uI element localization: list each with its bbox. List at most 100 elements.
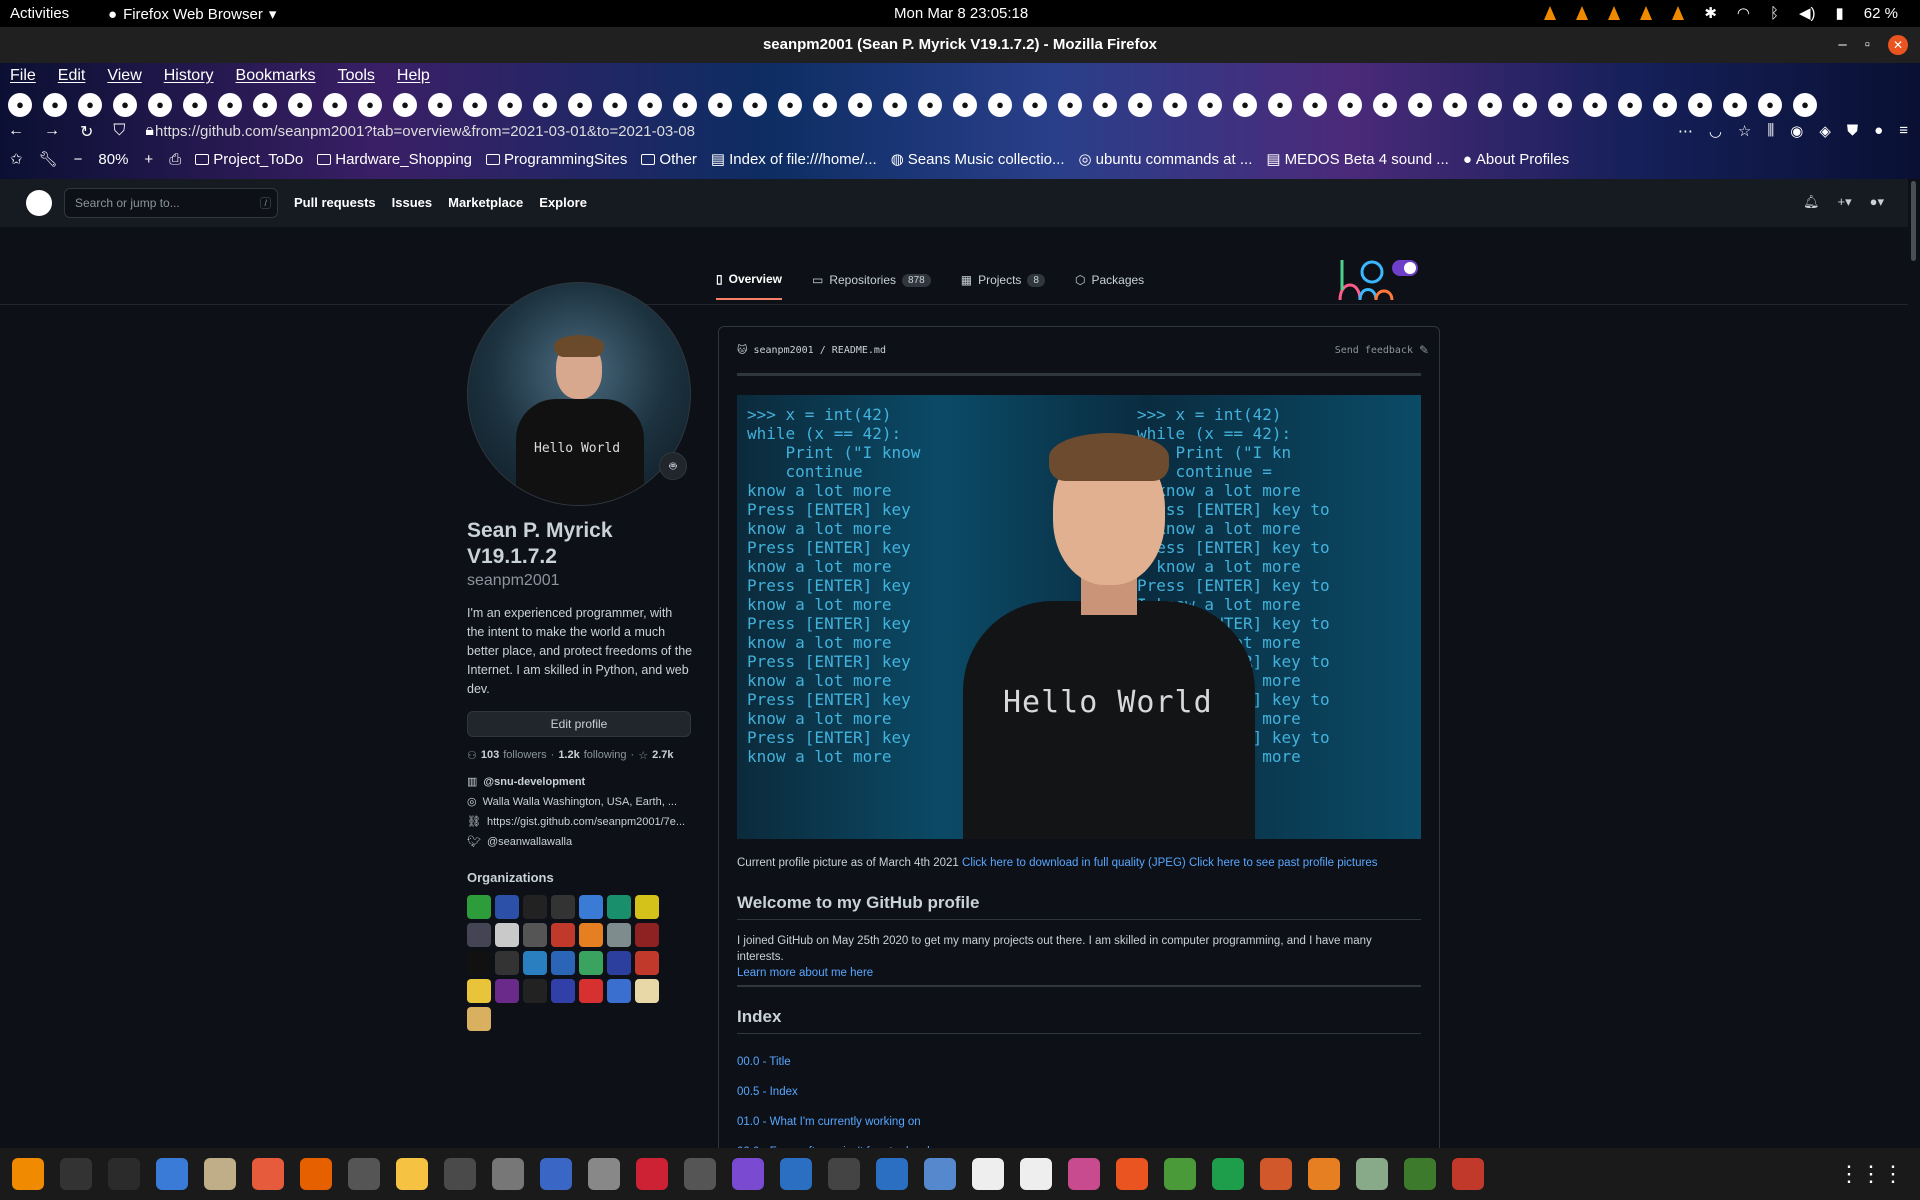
organization-avatar[interactable] [467, 1007, 491, 1031]
volume-icon[interactable]: ◀) [1799, 4, 1816, 22]
scrollbar-thumb[interactable] [1911, 181, 1916, 261]
pinned-tab-icon[interactable]: ● [1618, 93, 1642, 117]
bookmark-item[interactable]: ● About Profiles [1463, 151, 1569, 168]
dock-app-icon[interactable] [732, 1158, 764, 1190]
pinned-tab-icon[interactable]: ● [183, 93, 207, 117]
nav-pull-requests[interactable]: Pull requests [294, 195, 376, 210]
dock-app-icon[interactable] [1020, 1158, 1052, 1190]
avatar[interactable]: Hello World [467, 282, 691, 506]
tab-repositories[interactable]: ▭ Repositories 878 [812, 272, 931, 300]
organization-avatar[interactable] [467, 979, 491, 1003]
pinned-tab-icon[interactable]: ● [1793, 93, 1817, 117]
pinned-tab-icon[interactable]: ● [1583, 93, 1607, 117]
bookmark-item[interactable]: ▤ Index of file:///home/... [711, 150, 877, 169]
pinned-tab-icon[interactable]: ● [988, 93, 1012, 117]
pinned-tab-icon[interactable]: ● [1478, 93, 1502, 117]
organization-avatar[interactable] [607, 979, 631, 1003]
hamburger-menu-icon[interactable]: ≡ [1899, 122, 1908, 140]
organization-avatar[interactable] [495, 951, 519, 975]
pinned-tab-icon[interactable]: ● [1408, 93, 1432, 117]
dock-app-icon[interactable] [492, 1158, 524, 1190]
show-applications-icon[interactable]: ⋮⋮⋮ [1838, 1161, 1904, 1187]
organization-avatar[interactable] [467, 951, 491, 975]
organization-avatar[interactable] [551, 895, 575, 919]
app-menu[interactable]: ● Firefox Web Browser ▾ [108, 5, 276, 24]
vlc-icon[interactable] [1608, 6, 1621, 20]
user-avatar-menu[interactable]: ●▾ [1870, 194, 1884, 210]
search-input[interactable]: Search or jump to... / [64, 188, 278, 218]
download-link[interactable]: Click here to download in full quality (… [962, 857, 1186, 869]
ublock-icon[interactable]: ⛊ [1847, 122, 1858, 140]
accessibility-icon[interactable]: ✱ [1704, 4, 1717, 22]
battery-icon[interactable]: ▮ [1836, 4, 1844, 22]
organization-avatar[interactable] [579, 895, 603, 919]
organization-avatar[interactable] [523, 895, 547, 919]
pinned-tab-icon[interactable]: ● [148, 93, 172, 117]
organization-avatar[interactable] [607, 951, 631, 975]
lock-icon[interactable]: 🔒︎ [145, 122, 154, 142]
menu-help[interactable]: Help [397, 67, 430, 85]
organization-avatar[interactable] [495, 979, 519, 1003]
tab-packages[interactable]: ⬡ Packages [1075, 272, 1144, 300]
shield-icon[interactable]: ⛉ [113, 122, 125, 142]
organization-avatar[interactable] [579, 951, 603, 975]
dock-app-icon[interactable] [780, 1158, 812, 1190]
pinned-tab-icon[interactable]: ● [8, 93, 32, 117]
bookmark-star-icon[interactable]: ✩ [10, 150, 23, 168]
bookmark-item[interactable]: Hardware_Shopping [317, 151, 472, 168]
wrench-icon[interactable]: 🔧︎ [39, 150, 58, 168]
pinned-tab-icon[interactable]: ● [883, 93, 907, 117]
page-scrollbar[interactable] [1908, 179, 1920, 1147]
close-icon[interactable]: ✕ [1888, 35, 1908, 55]
edit-profile-button[interactable]: Edit profile [467, 711, 691, 737]
pencil-icon[interactable]: ✎ [1419, 343, 1429, 357]
minimize-icon[interactable]: – [1838, 27, 1846, 63]
dock-app-icon[interactable] [396, 1158, 428, 1190]
github-extension-icon[interactable]: ● [1874, 122, 1883, 140]
pinned-tab-icon[interactable]: ● [603, 93, 627, 117]
following-count[interactable]: 1.2k [558, 749, 579, 762]
organization-avatar[interactable] [635, 923, 659, 947]
github-logo-icon[interactable] [26, 190, 52, 216]
dock-app-icon[interactable] [60, 1158, 92, 1190]
vlc-icon[interactable] [1672, 6, 1685, 20]
menu-edit[interactable]: Edit [58, 67, 86, 85]
pinned-tab-icon[interactable]: ● [1023, 93, 1047, 117]
reload-icon[interactable]: ↻ [80, 122, 93, 142]
pinned-tab-icon[interactable]: ● [358, 93, 382, 117]
account-icon[interactable]: ◉ [1790, 122, 1803, 140]
dock-app-icon[interactable] [300, 1158, 332, 1190]
pinned-tab-icon[interactable]: ● [1058, 93, 1082, 117]
tab-overview[interactable]: ▯ Overview [716, 272, 782, 300]
organization-avatar[interactable] [607, 895, 631, 919]
followers-count[interactable]: 103 [481, 749, 499, 762]
menu-history[interactable]: History [164, 67, 214, 85]
dock-app-icon[interactable] [1452, 1158, 1484, 1190]
organization-avatar[interactable] [523, 923, 547, 947]
system-tray[interactable]: ✱ ◠ ᛒ ◀) ▮ 62 % [1544, 4, 1898, 22]
dock-app-icon[interactable] [972, 1158, 1004, 1190]
star-icon[interactable]: ☆ [1738, 122, 1751, 140]
send-feedback-link[interactable]: Send feedback [1335, 345, 1413, 356]
pinned-tab-icon[interactable]: ● [848, 93, 872, 117]
zoom-out-icon[interactable]: − [74, 151, 83, 168]
pocket-icon[interactable]: ◡ [1709, 122, 1722, 140]
pinned-tab-icon[interactable]: ● [498, 93, 522, 117]
pinned-tab-icon[interactable]: ● [1268, 93, 1292, 117]
organization-avatar[interactable] [579, 979, 603, 1003]
nav-explore[interactable]: Explore [539, 195, 587, 210]
maximize-icon[interactable]: ▫ [1865, 27, 1870, 63]
dock-app-icon[interactable] [252, 1158, 284, 1190]
pinned-tab-icon[interactable]: ● [78, 93, 102, 117]
dock-app-icon[interactable] [348, 1158, 380, 1190]
pinned-tab-icon[interactable]: ● [393, 93, 417, 117]
pinned-tab-icon[interactable]: ● [428, 93, 452, 117]
pinned-tab-icon[interactable]: ● [1443, 93, 1467, 117]
menu-file[interactable]: File [10, 67, 36, 85]
organization-avatar[interactable] [467, 923, 491, 947]
forward-icon[interactable]: → [44, 122, 60, 142]
dock-app-icon[interactable] [1164, 1158, 1196, 1190]
organization-avatar[interactable] [495, 923, 519, 947]
url-bar[interactable]: https://github.com/seanpm2001?tab=overvi… [155, 123, 695, 140]
dock-app-icon[interactable] [204, 1158, 236, 1190]
